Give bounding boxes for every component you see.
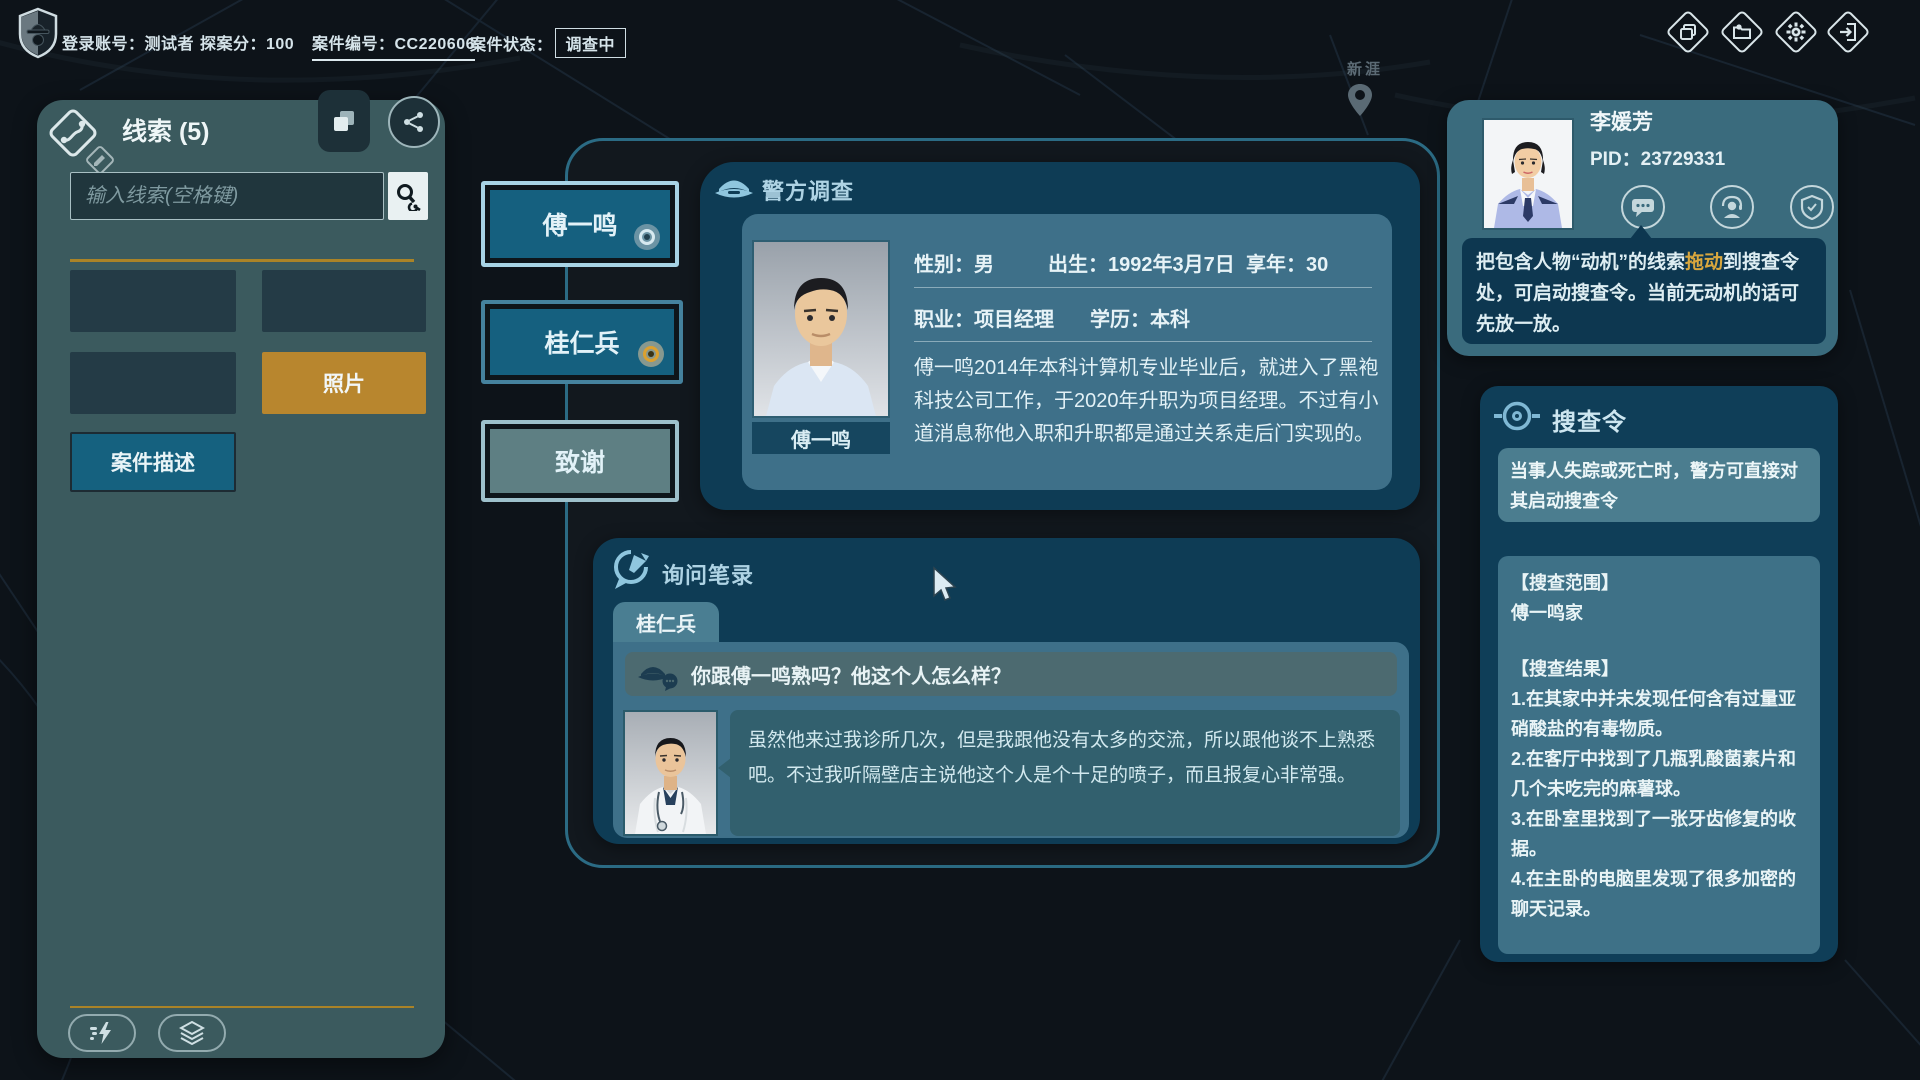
tooltip-highlight: 拖动 xyxy=(1685,252,1723,273)
windows-button[interactable] xyxy=(1665,9,1711,55)
chat-button[interactable] xyxy=(1621,185,1665,229)
question-text: 你跟傅一鸣熟吗？他这个人怎么样？ xyxy=(691,660,1011,689)
officer-photo xyxy=(1482,118,1574,230)
interview-bubble-pen-icon xyxy=(610,549,652,591)
exit-button[interactable] xyxy=(1825,9,1871,55)
subject-gender: 性别：男 xyxy=(914,248,994,277)
warrant-hint-box: 当事人失踪或死亡时，警方可直接对其启动搜查令 xyxy=(1498,448,1820,522)
case-folder-button[interactable] xyxy=(1719,9,1765,55)
flash-bolt-icon xyxy=(89,1021,115,1045)
profile-divider xyxy=(914,341,1372,342)
clue-slot-3[interactable] xyxy=(70,352,236,414)
quick-flash-button[interactable] xyxy=(68,1014,136,1052)
answer-text: 虽然他来过我诊所几次，但是我跟他没有太多的交流，所以跟他谈不上熟悉吧。不过我听隔… xyxy=(748,730,1375,786)
police-investigation-title: 警方调查 xyxy=(762,174,854,206)
answer-bubble: 虽然他来过我诊所几次，但是我跟他没有太多的交流，所以跟他谈不上熟悉吧。不过我听隔… xyxy=(730,710,1400,836)
warrant-scope: 傅一鸣家 xyxy=(1511,598,1807,628)
officer-pid: PID：23729331 xyxy=(1590,144,1725,171)
case-status-prefix: 案件状态： xyxy=(470,37,553,54)
suspect-button-label: 傅一鸣 xyxy=(542,206,617,242)
search-button[interactable] xyxy=(388,172,428,220)
drag-hint-tooltip: 把包含人物“动机”的线索拖动到搜查令处，可启动搜查令。当前无动机的话可先放一放。 xyxy=(1462,238,1826,344)
exit-door-icon xyxy=(1838,22,1858,42)
case-folder-icon xyxy=(1732,22,1752,42)
suspect-button-fuyiming[interactable]: 傅一鸣 xyxy=(481,181,679,267)
windows-stack-icon xyxy=(1678,22,1698,42)
search-warrant-title: 搜查令 xyxy=(1552,402,1627,437)
search-wrench-icon xyxy=(394,181,422,211)
support-person-icon xyxy=(1719,194,1745,220)
subject-birth: 出生：1992年3月7日 xyxy=(1048,248,1235,277)
interview-title: 询问笔录 xyxy=(662,558,754,590)
subject-bio: 傅一鸣2014年本科计算机专业毕业后，就进入了黑袍科技公司工作，于2020年升职… xyxy=(914,352,1380,451)
subject-education: 学历：本科 xyxy=(1090,303,1190,332)
clue-divider-bottom xyxy=(70,1006,414,1008)
suspect-button-guirenbing[interactable]: 桂仁兵 xyxy=(481,300,683,384)
search-input[interactable] xyxy=(70,172,384,220)
police-question-icon xyxy=(637,657,681,691)
case-status-label: 案件状态：调查中 xyxy=(470,28,626,58)
warrant-result-item: 3.在卧室里找到了一张牙齿修复的收据。 xyxy=(1511,804,1807,864)
subject-photo xyxy=(752,240,890,418)
settings-gear-icon xyxy=(1786,22,1806,42)
game-screen: 新涯 登录账号：测试者 探案分：100 案件编号：CC220606 案件状态：调… xyxy=(0,0,1920,1080)
clue-panel xyxy=(37,100,445,1058)
login-account-label: 登录账号：测试者 xyxy=(62,30,194,54)
share-network-icon xyxy=(400,108,428,136)
share-clues-button[interactable] xyxy=(388,96,440,148)
clue-divider-top xyxy=(70,259,414,262)
detective-shield-logo xyxy=(16,7,60,59)
tooltip-text: 把包含人物“动机”的线索 xyxy=(1476,252,1685,273)
warrant-result-item: 4.在主卧的电脑里发现了很多加密的聊天记录。 xyxy=(1511,864,1807,924)
clue-panel-title: 线索 (5) xyxy=(122,112,210,148)
shield-badge-icon xyxy=(1799,194,1825,220)
tooltip-arrow xyxy=(1630,225,1652,239)
case-number-label: 案件编号：CC220606 xyxy=(312,30,475,61)
warrant-result-box: 【搜查范围】 傅一鸣家 【搜查结果】 1.在其家中并未发现任何含有过量亚硝酸盐的… xyxy=(1498,556,1820,954)
layers-button[interactable] xyxy=(158,1014,226,1052)
case-status-badge: 调查中 xyxy=(555,28,627,58)
warrant-scope-header: 【搜查范围】 xyxy=(1511,568,1807,598)
settings-button[interactable] xyxy=(1773,9,1819,55)
copy-pages-icon xyxy=(331,108,357,134)
contact-button[interactable] xyxy=(1710,185,1754,229)
subject-death-age: 享年：30 xyxy=(1246,248,1328,277)
case-description-button[interactable]: 案件描述 xyxy=(70,432,236,492)
warrant-result-item: 1.在其家中并未发现任何含有过量亚硝酸盐的有毒物质。 xyxy=(1511,684,1807,744)
subject-job: 职业：项目经理 xyxy=(914,303,1054,332)
interview-tab-guirenbing[interactable]: 桂仁兵 xyxy=(613,602,719,642)
credits-button-label: 致谢 xyxy=(555,443,605,479)
witness-photo xyxy=(623,710,718,836)
investigated-marker-icon xyxy=(634,224,660,250)
question-bubble: 你跟傅一鸣熟吗？他这个人怎么样？ xyxy=(625,652,1397,696)
clue-slot-1[interactable] xyxy=(70,270,236,332)
police-cap-icon xyxy=(714,170,754,202)
profile-divider xyxy=(914,287,1372,288)
photo-clue-button[interactable]: 照片 xyxy=(262,352,426,414)
map-pin-icon xyxy=(1346,82,1374,118)
warrant-result-item: 2.在客厅中找到了几瓶乳酸菌素片和几个未吃完的麻薯球。 xyxy=(1511,744,1807,804)
layers-stack-icon xyxy=(179,1021,205,1045)
credits-button[interactable]: 致谢 xyxy=(481,420,679,502)
map-area-label: 新涯 xyxy=(1347,58,1383,79)
chat-bubble-icon xyxy=(1630,195,1656,219)
clue-slot-2[interactable] xyxy=(262,270,426,332)
subject-name-tag: 傅一鸣 xyxy=(752,422,890,454)
target-warrant-icon xyxy=(1494,398,1540,434)
detective-score-label: 探案分：100 xyxy=(200,30,294,54)
copy-clues-button[interactable] xyxy=(318,90,370,152)
warrant-results-header: 【搜查结果】 xyxy=(1511,654,1807,684)
protect-button[interactable] xyxy=(1790,185,1834,229)
active-marker-icon xyxy=(638,341,664,367)
suspect-button-label: 桂仁兵 xyxy=(544,324,619,360)
officer-name: 李媛芳 xyxy=(1590,106,1653,136)
